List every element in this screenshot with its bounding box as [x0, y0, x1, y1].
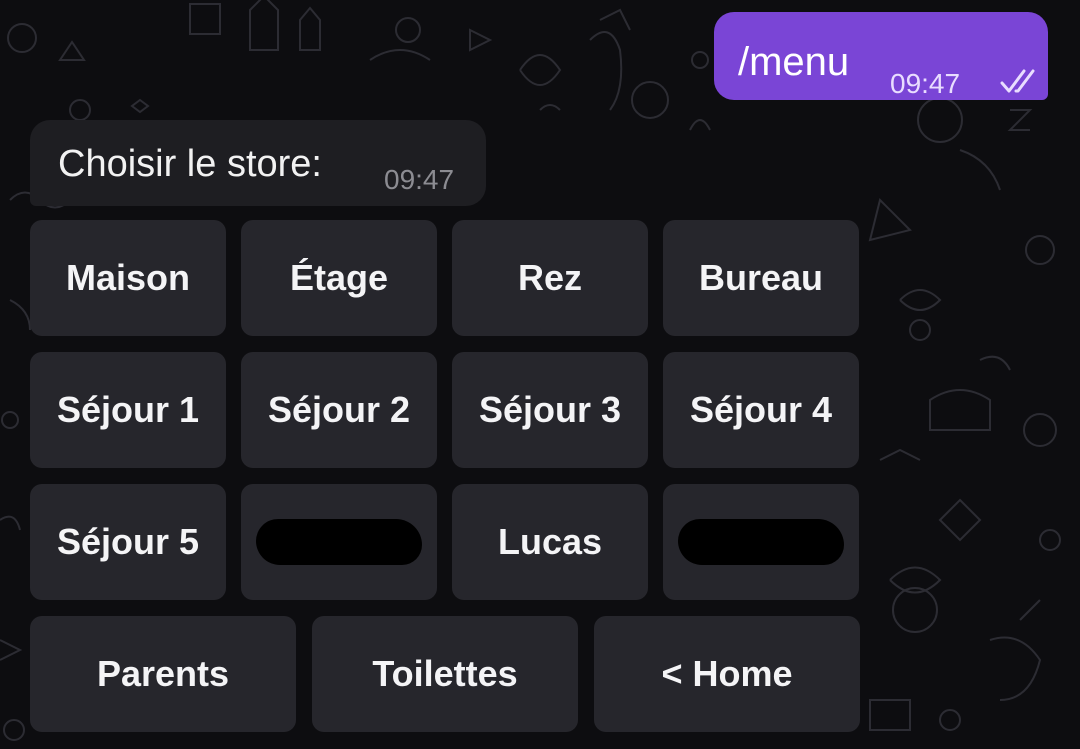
incoming-message[interactable]: Choisir le store: 09:47 [30, 120, 486, 206]
keyboard-button-lucas[interactable]: Lucas [452, 484, 648, 600]
keyboard-button-home[interactable]: < Home [594, 616, 860, 732]
keyboard-button-maison[interactable]: Maison [30, 220, 226, 336]
chat-view: /menu 09:47 Choisir le store: 09:47 Mais… [0, 0, 1080, 749]
keyboard-button-sejour-3[interactable]: Séjour 3 [452, 352, 648, 468]
incoming-message-text: Choisir le store: [58, 143, 322, 185]
keyboard-button-bureau[interactable]: Bureau [663, 220, 859, 336]
outgoing-message-text: /menu [738, 40, 850, 84]
redaction-mark [256, 519, 422, 565]
keyboard-button-sejour-1[interactable]: Séjour 1 [30, 352, 226, 468]
keyboard-button-etage[interactable]: Étage [241, 220, 437, 336]
keyboard-button-redacted-1[interactable] [241, 484, 437, 600]
keyboard-button-sejour-4[interactable]: Séjour 4 [663, 352, 859, 468]
keyboard-button-sejour-5[interactable]: Séjour 5 [30, 484, 226, 600]
keyboard-button-rez[interactable]: Rez [452, 220, 648, 336]
keyboard-button-parents[interactable]: Parents [30, 616, 296, 732]
outgoing-message-time: 09:47 [890, 68, 961, 99]
incoming-message-time: 09:47 [384, 164, 455, 195]
outgoing-message[interactable]: /menu 09:47 [714, 12, 1048, 100]
double-check-icon [1000, 69, 1035, 93]
redaction-mark [678, 519, 844, 565]
keyboard-button-redacted-2[interactable] [663, 484, 859, 600]
keyboard-button-sejour-2[interactable]: Séjour 2 [241, 352, 437, 468]
keyboard-button-toilettes[interactable]: Toilettes [312, 616, 578, 732]
